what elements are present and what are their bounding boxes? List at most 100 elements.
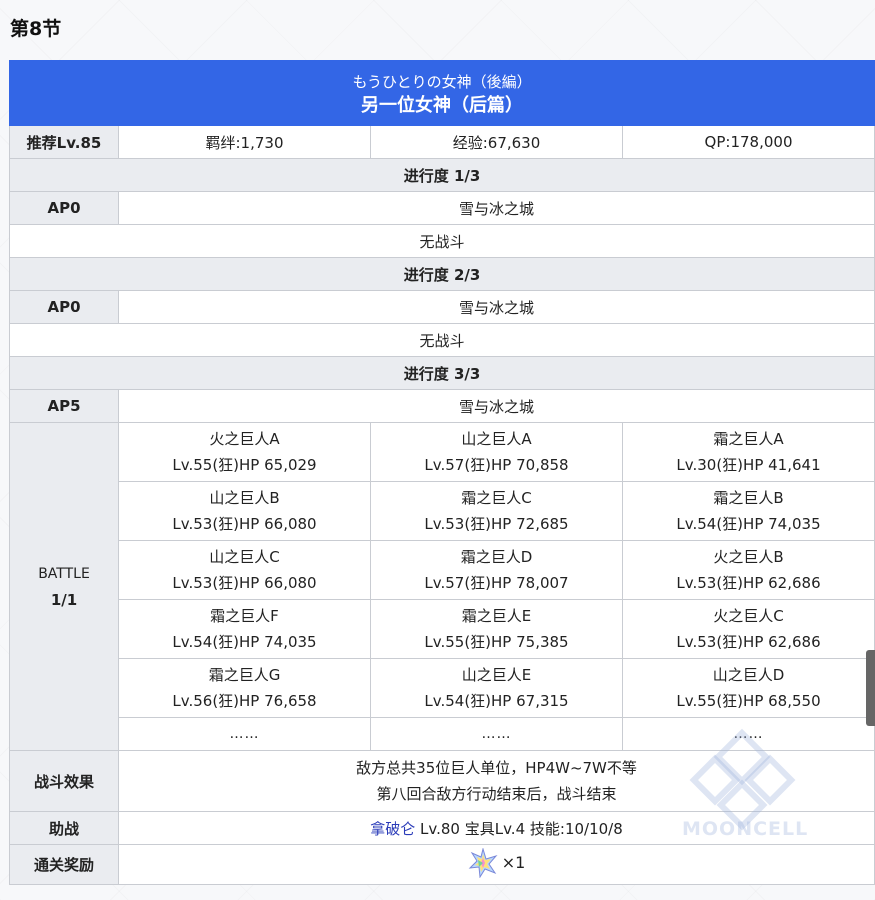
section-title: 第8节 xyxy=(10,18,62,40)
enemy-cell: 霜之巨人A Lv.30(狂)HP 41,641 xyxy=(621,422,875,482)
quest-title-cn: 另一位女神（后篇） xyxy=(361,95,524,116)
enemy-cell: 山之巨人C Lv.53(狂)HP 66,080 xyxy=(118,540,371,600)
enemy-stats: Lv.53(狂)HP 66,080 xyxy=(172,574,317,592)
enemy-stats: Lv.57(狂)HP 70,858 xyxy=(424,456,569,474)
support-label: 助战 xyxy=(9,811,119,845)
enemy-stats: Lv.53(狂)HP 62,686 xyxy=(676,633,821,651)
progress-band: 进行度 3/3 xyxy=(8,356,875,390)
enemy-cell: 霜之巨人B Lv.54(狂)HP 74,035 xyxy=(621,481,875,541)
recommend-level: 推荐Lv.85 xyxy=(9,125,119,159)
progress-label: 进行度 3/3 xyxy=(8,356,875,390)
effect-description: 敌方总共35位巨人单位，HP4W~7W不等 第八回合敌方行动结束后，战斗结束 xyxy=(117,750,875,812)
reward-info: ×1 xyxy=(117,844,875,885)
reward-item: ×1 xyxy=(468,847,526,878)
mooncell-watermark-text: MOONCELL xyxy=(682,818,809,840)
no-battle-row: 无战斗 xyxy=(8,323,875,357)
enemy-name: 山之巨人C xyxy=(209,548,280,566)
enemy-ellipsis-row: …… …… …… xyxy=(10,717,875,751)
enemy-stats: Lv.53(狂)HP 72,685 xyxy=(424,515,569,533)
enemy-cell: 霜之巨人E Lv.55(狂)HP 75,385 xyxy=(370,599,623,659)
reward-quantity: ×1 xyxy=(501,853,526,872)
exp-value: 经验:67,630 xyxy=(370,125,623,159)
enemy-cell: 火之巨人A Lv.55(狂)HP 65,029 xyxy=(118,422,371,482)
enemy-ellipsis: …… xyxy=(370,717,623,751)
ap-cost: AP0 xyxy=(9,191,119,225)
enemy-stats: Lv.54(狂)HP 74,035 xyxy=(676,515,821,533)
ap-cost: AP5 xyxy=(9,389,119,423)
enemy-name: 火之巨人A xyxy=(209,430,280,448)
enemy-ellipsis: …… xyxy=(621,717,875,751)
no-battle-row: 无战斗 xyxy=(8,224,875,258)
enemy-cell: 山之巨人E Lv.54(狂)HP 67,315 xyxy=(370,658,623,718)
enemy-name: 火之巨人C xyxy=(713,607,784,625)
reward-label: 通关奖励 xyxy=(9,844,119,885)
enemy-stats: Lv.53(狂)HP 66,080 xyxy=(172,515,317,533)
progress-label: 进行度 2/3 xyxy=(8,257,875,291)
enemy-name: 霜之巨人E xyxy=(461,607,532,625)
enemy-stats: Lv.55(狂)HP 68,550 xyxy=(676,692,821,710)
enemy-cell: 霜之巨人F Lv.54(狂)HP 74,035 xyxy=(118,599,371,659)
quest-title-row: もうひとりの女神（後編） 另一位女神（后篇） xyxy=(8,60,875,126)
enemy-name: 火之巨人B xyxy=(713,548,784,566)
no-battle-note: 无战斗 xyxy=(8,224,875,258)
saint-quartz-icon[interactable] xyxy=(468,847,498,878)
effect-line: 第八回合敌方行动结束后，战斗结束 xyxy=(376,785,617,803)
progress-row: AP0 雪与冰之城 xyxy=(9,191,875,225)
enemy-row: BATTLE 1/1 火之巨人A Lv.55(狂)HP 65,029 山之巨人A L… xyxy=(9,422,875,751)
quest-title-jp: もうひとりの女神（後編） xyxy=(352,73,532,91)
enemy-stats: Lv.57(狂)HP 78,007 xyxy=(424,574,569,592)
enemy-cell: 霜之巨人D Lv.57(狂)HP 78,007 xyxy=(370,540,623,600)
enemy-name: 霜之巨人D xyxy=(460,548,533,566)
battle-label-count: 1/1 xyxy=(50,590,78,609)
enemy-stats: Lv.54(狂)HP 74,035 xyxy=(172,633,317,651)
progress-row: AP5 雪与冰之城 xyxy=(9,389,875,423)
enemy-ellipsis: …… xyxy=(118,717,371,751)
enemy-cell: 山之巨人D Lv.55(狂)HP 68,550 xyxy=(621,658,875,718)
enemy-name: 山之巨人D xyxy=(712,666,785,684)
enemy-stats: Lv.55(狂)HP 65,029 xyxy=(172,456,317,474)
enemy-name: 山之巨人E xyxy=(461,666,532,684)
enemy-row: 山之巨人C Lv.53(狂)HP 66,080 霜之巨人D Lv.57(狂)HP 7… xyxy=(10,540,875,600)
ap-cost: AP0 xyxy=(9,290,119,324)
qp-value: QP:178,000 xyxy=(621,125,875,159)
enemy-stats: Lv.30(狂)HP 41,641 xyxy=(676,456,821,474)
enemy-stats: Lv.53(狂)HP 62,686 xyxy=(676,574,821,592)
bond-value: 羁绊:1,730 xyxy=(118,125,371,159)
effect-label: 战斗效果 xyxy=(9,750,119,812)
enemy-stats: Lv.54(狂)HP 67,315 xyxy=(424,692,569,710)
enemy-name: 霜之巨人C xyxy=(461,489,532,507)
enemy-cell: 霜之巨人G Lv.56(狂)HP 76,658 xyxy=(118,658,371,718)
enemy-cell: 火之巨人C Lv.53(狂)HP 62,686 xyxy=(621,599,875,659)
enemy-name: 山之巨人A xyxy=(461,430,532,448)
progress-band: 进行度 1/3 xyxy=(8,158,875,192)
enemy-name: 山之巨人B xyxy=(209,489,280,507)
enemy-row: 山之巨人B Lv.53(狂)HP 66,080 霜之巨人C Lv.53(狂)HP 7… xyxy=(10,481,875,541)
enemy-row: 霜之巨人G Lv.56(狂)HP 76,658 山之巨人E Lv.54(狂)HP 6… xyxy=(10,658,875,718)
no-battle-note: 无战斗 xyxy=(8,323,875,357)
progress-row: AP0 雪与冰之城 xyxy=(9,290,875,324)
location: 雪与冰之城 xyxy=(117,290,875,324)
battle-label-title: BATTLE xyxy=(38,565,90,582)
enemy-cell: 霜之巨人C Lv.53(狂)HP 72,685 xyxy=(370,481,623,541)
location: 雪与冰之城 xyxy=(117,389,875,423)
support-servant-link[interactable]: 拿破仑 xyxy=(370,820,415,838)
enemy-name: 霜之巨人G xyxy=(208,666,281,684)
enemy-stats: Lv.56(狂)HP 76,658 xyxy=(172,692,317,710)
effect-row: 战斗效果 敌方总共35位巨人单位，HP4W~7W不等 第八回合敌方行动结束后，战… xyxy=(9,750,875,812)
side-scroll-tab[interactable] xyxy=(866,650,875,726)
enemy-cell: 山之巨人A Lv.57(狂)HP 70,858 xyxy=(370,422,623,482)
support-details: Lv.80 宝具Lv.4 技能:10/10/8 xyxy=(415,819,623,838)
reward-row: 通关奖励 ×1 xyxy=(9,844,875,885)
enemy-cell: 火之巨人B Lv.53(狂)HP 62,686 xyxy=(621,540,875,600)
enemy-cell: 山之巨人B Lv.53(狂)HP 66,080 xyxy=(118,481,371,541)
progress-band: 进行度 2/3 xyxy=(8,257,875,291)
enemy-name: 霜之巨人A xyxy=(713,430,784,448)
location: 雪与冰之城 xyxy=(117,191,875,225)
battle-label: BATTLE 1/1 xyxy=(9,422,119,751)
enemy-row: 霜之巨人F Lv.54(狂)HP 74,035 霜之巨人E Lv.55(狂)HP 7… xyxy=(10,599,875,659)
quest-title: もうひとりの女神（後編） 另一位女神（后篇） xyxy=(8,60,875,126)
effect-line: 敌方总共35位巨人单位，HP4W~7W不等 xyxy=(356,759,637,777)
recommend-row: 推荐Lv.85 羁绊:1,730 经验:67,630 QP:178,000 xyxy=(9,125,875,159)
enemy-name: 霜之巨人B xyxy=(713,489,784,507)
quest-table: もうひとりの女神（後編） 另一位女神（后篇） 推荐Lv.85 羁绊:1,730 … xyxy=(8,60,875,885)
